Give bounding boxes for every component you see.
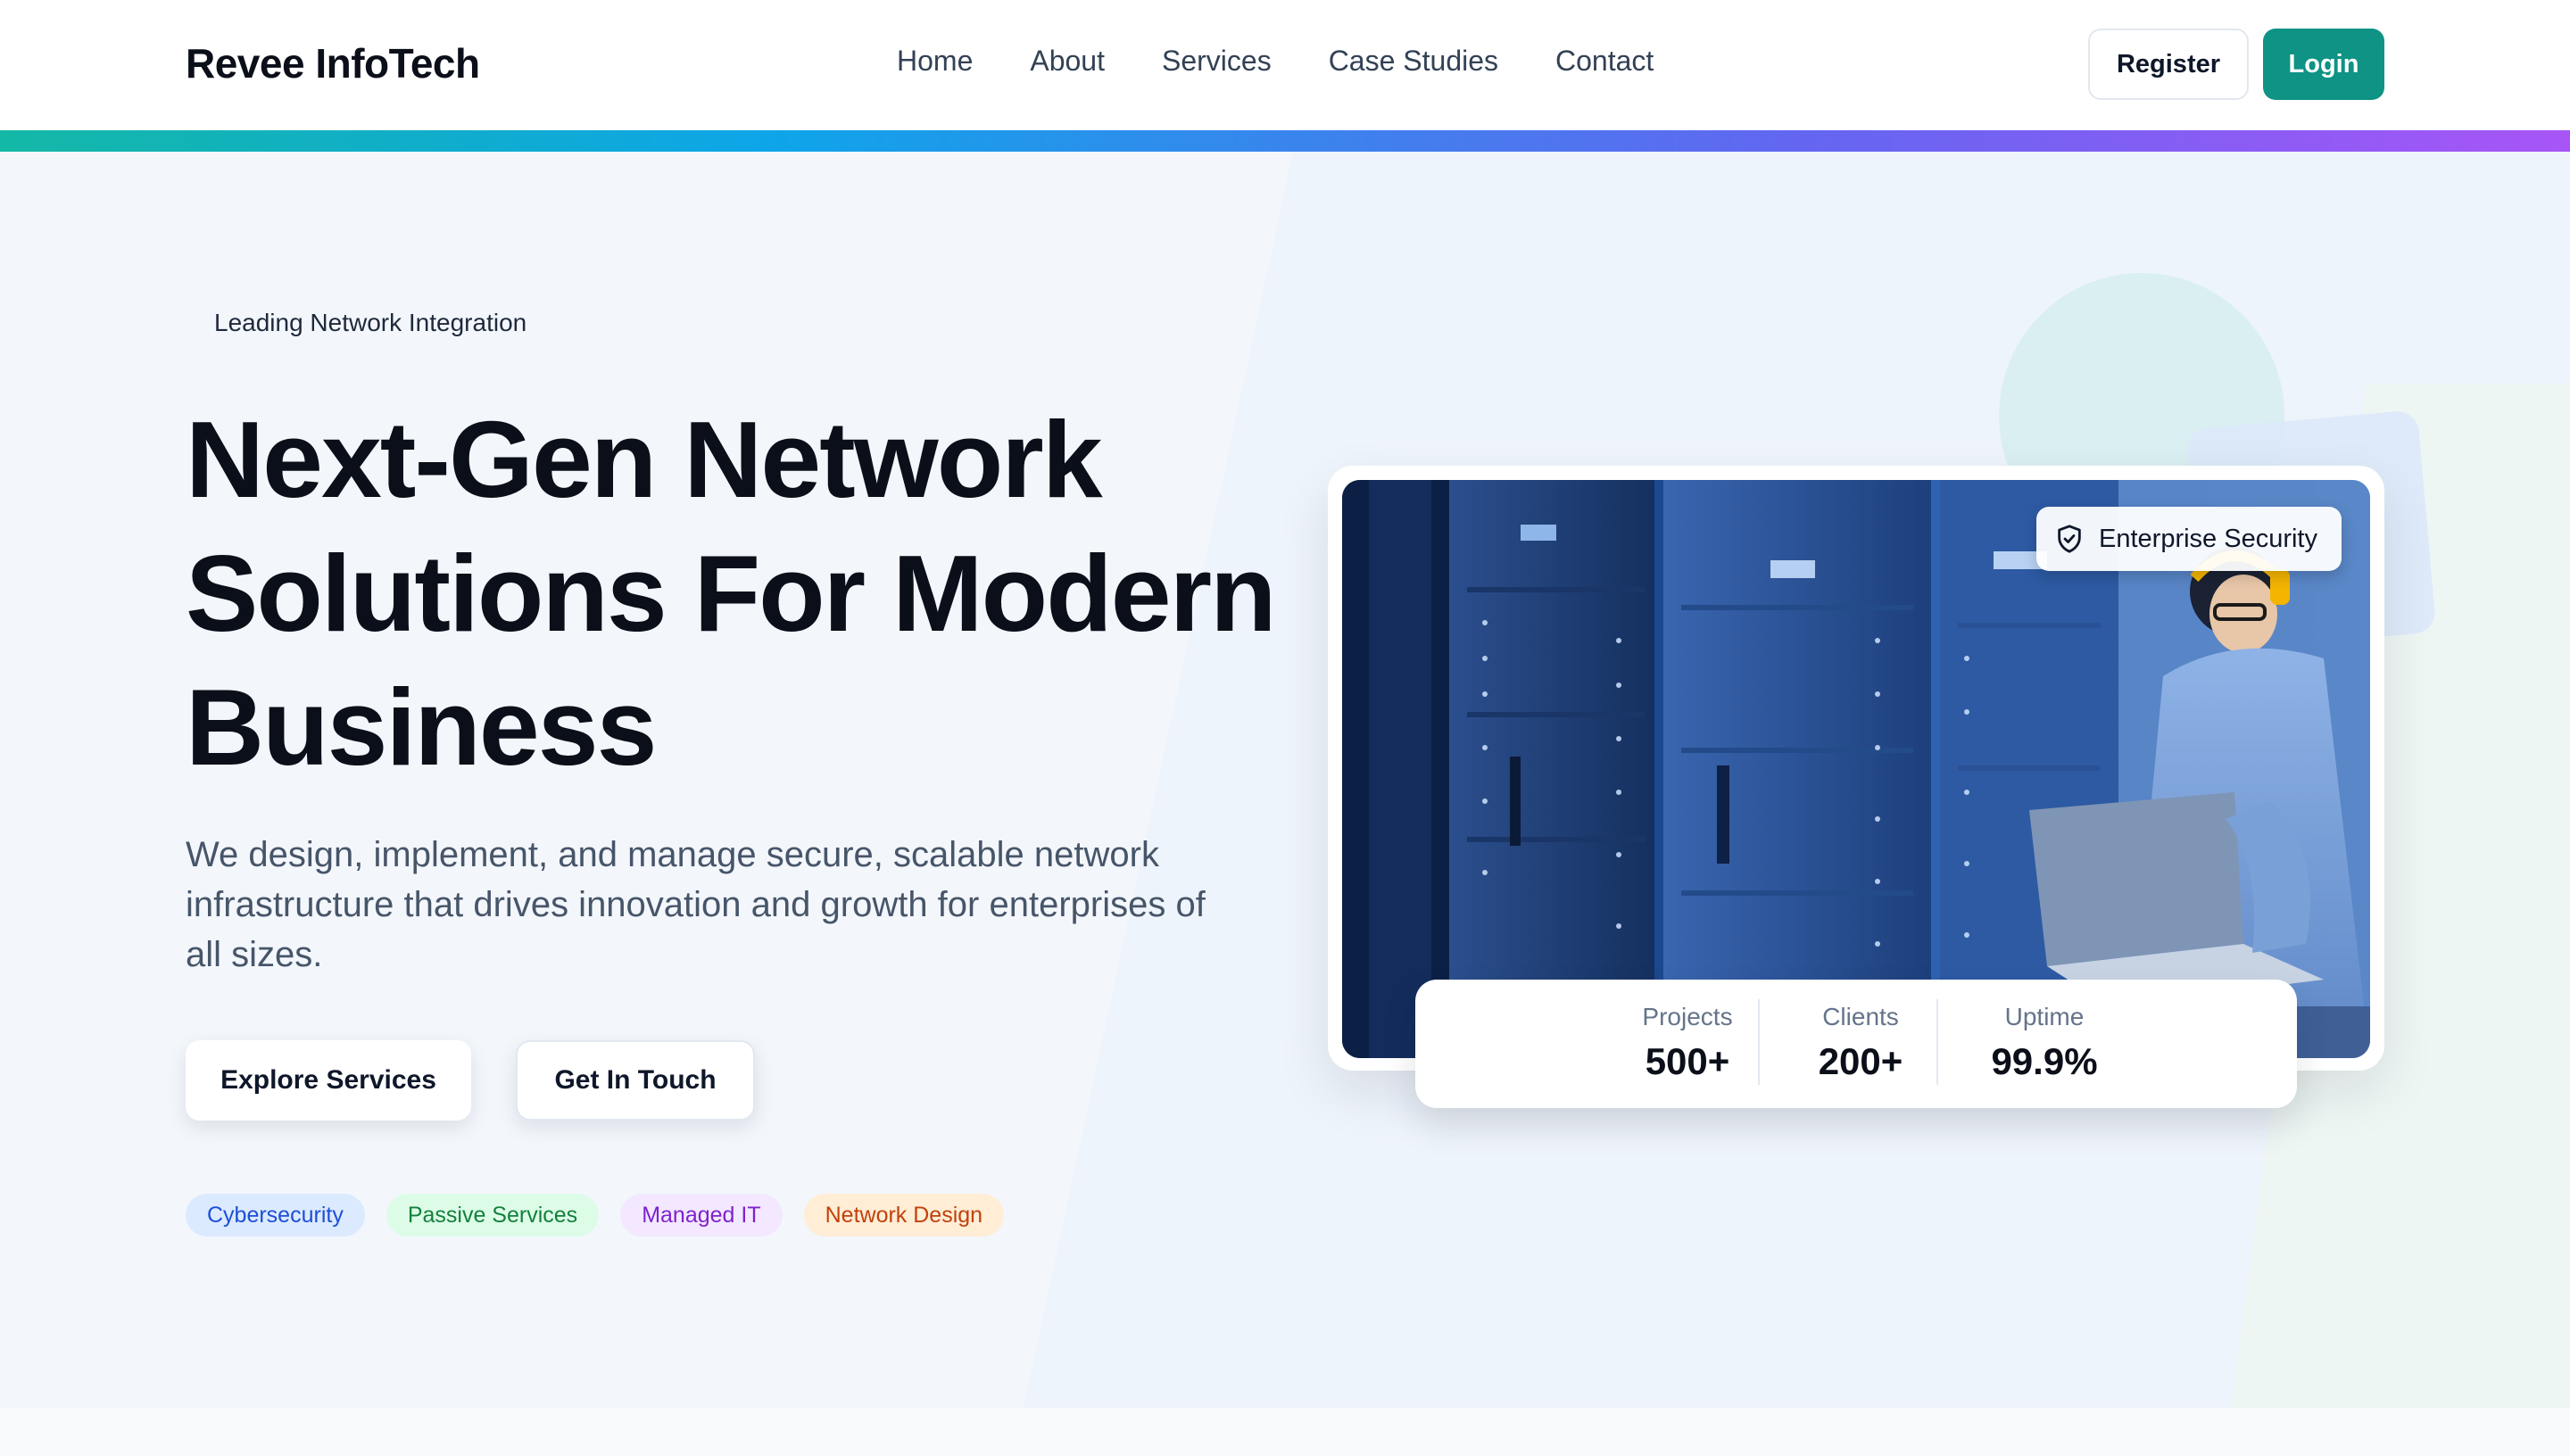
- headline-line-3: Business: [186, 666, 657, 788]
- stat-label: Clients: [1822, 1003, 1899, 1030]
- main-nav: Home About Services Case Studies Contact: [897, 45, 1654, 78]
- stat-value: 99.9%: [1991, 1040, 2098, 1082]
- hero-headline: Next-Gen Network Solutions For Modern Bu…: [186, 393, 1346, 794]
- nav-link-services[interactable]: Services: [1162, 45, 1272, 78]
- stat-label: Uptime: [2004, 1003, 2085, 1030]
- stat-uptime: Uptime 99.9%: [1960, 1003, 2129, 1083]
- enterprise-security-badge: Enterprise Security: [2036, 507, 2342, 571]
- gradient-divider: [0, 130, 2570, 152]
- tag-cybersecurity[interactable]: Cybersecurity: [186, 1194, 365, 1237]
- tag-passive-services[interactable]: Passive Services: [386, 1194, 600, 1237]
- get-in-touch-button[interactable]: Get In Touch: [516, 1040, 755, 1121]
- headline-line-1: Next-Gen Network: [186, 399, 1103, 520]
- tag-network-design[interactable]: Network Design: [803, 1194, 1005, 1237]
- register-button[interactable]: Register: [2088, 29, 2249, 100]
- nav-link-contact[interactable]: Contact: [1555, 45, 1654, 78]
- service-tags: Cybersecurity Passive Services Managed I…: [186, 1194, 1005, 1237]
- nav-link-home[interactable]: Home: [897, 45, 973, 78]
- hero-description: We design, implement, and manage secure,…: [186, 835, 1206, 974]
- section-footer-band: [0, 1408, 2570, 1456]
- stat-projects: Projects 500+: [1612, 1003, 1763, 1083]
- stat-divider: [1758, 999, 1760, 1085]
- shield-check-icon: [2058, 525, 2081, 553]
- tag-managed-it[interactable]: Managed IT: [620, 1194, 783, 1237]
- badge-label: Enterprise Security: [2099, 524, 2317, 553]
- stat-divider: [1936, 999, 1938, 1085]
- brand-logo[interactable]: Revee InfoTech: [186, 39, 480, 87]
- headline-line-2: Solutions For Modern: [186, 533, 1277, 654]
- stat-value: 200+: [1818, 1040, 1903, 1082]
- hero-tagline: Leading Network Integration: [214, 309, 527, 336]
- stats-panel: Projects 500+ Clients 200+ Uptime 99.9%: [1415, 980, 2297, 1108]
- login-button[interactable]: Login: [2263, 29, 2384, 100]
- stat-value: 500+: [1645, 1040, 1730, 1082]
- explore-services-button[interactable]: Explore Services: [186, 1040, 471, 1121]
- navbar: Revee InfoTech Home About Services Case …: [0, 0, 2570, 130]
- stat-label: Projects: [1642, 1003, 1733, 1030]
- nav-link-case-studies[interactable]: Case Studies: [1329, 45, 1498, 78]
- stat-clients: Clients 200+: [1785, 1003, 1936, 1083]
- nav-link-about[interactable]: About: [1030, 45, 1105, 78]
